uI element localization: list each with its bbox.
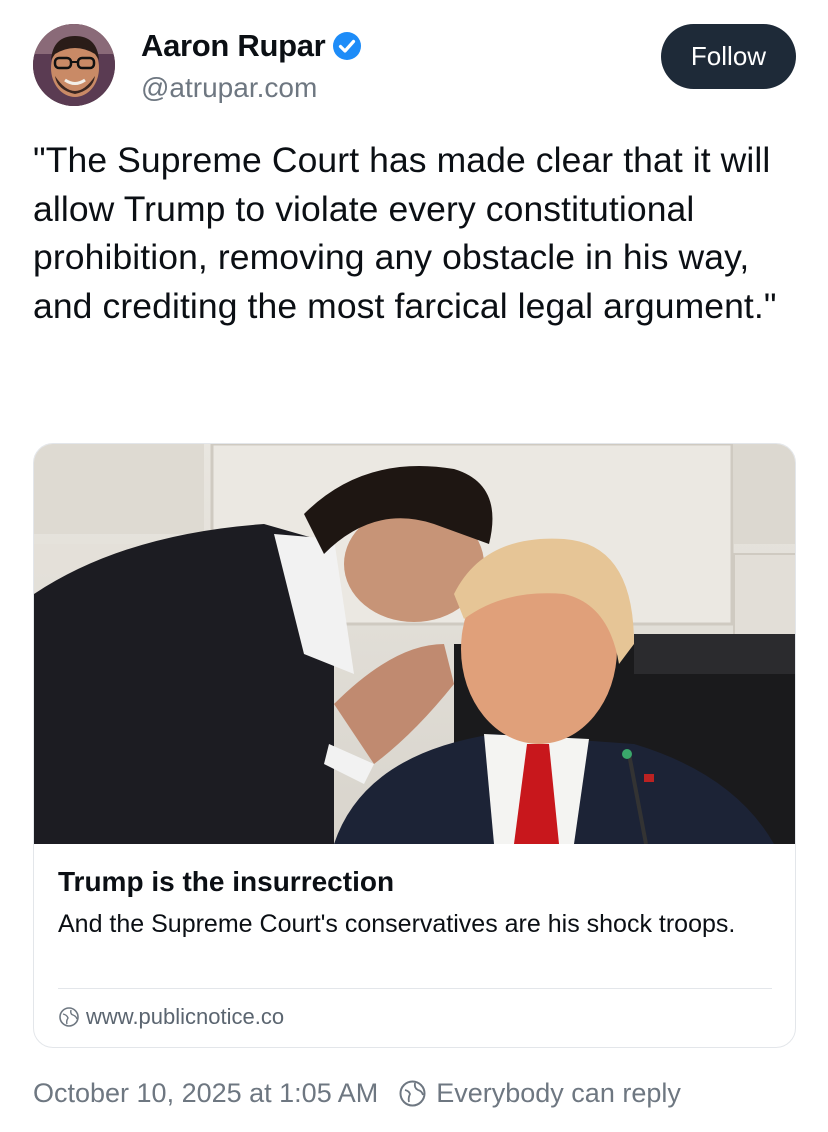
card-source-url: www.publicnotice.co — [86, 1004, 285, 1029]
globe-icon — [58, 1006, 80, 1028]
reply-settings-icon — [398, 1079, 427, 1108]
avatar-image — [33, 24, 115, 106]
card-source: www.publicnotice.co — [58, 1004, 284, 1030]
post: Aaron Rupar @atrupar.com Follow "The Sup… — [0, 0, 828, 1132]
card-title: Trump is the insurrection — [58, 866, 395, 897]
article-photo — [34, 444, 795, 844]
post-footer: October 10, 2025 at 1:05 AM Everybody ca… — [33, 1078, 681, 1109]
verified-badge-icon — [332, 31, 362, 61]
follow-button[interactable]: Follow — [661, 24, 796, 89]
post-text: "The Supreme Court has made clear that i… — [33, 140, 777, 326]
author-name-row: Aaron Rupar — [141, 28, 362, 64]
reply-setting-label[interactable]: Everybody can reply — [436, 1078, 681, 1109]
avatar[interactable] — [33, 24, 115, 106]
author-display-name[interactable]: Aaron Rupar — [141, 28, 326, 64]
post-timestamp[interactable]: October 10, 2025 at 1:05 AM — [33, 1078, 378, 1109]
card-divider — [58, 988, 772, 989]
author-handle[interactable]: @atrupar.com — [141, 72, 317, 104]
card-description: And the Supreme Court's conservatives ar… — [58, 910, 736, 938]
link-card[interactable]: Trump is the insurrection And the Suprem… — [33, 443, 796, 1048]
